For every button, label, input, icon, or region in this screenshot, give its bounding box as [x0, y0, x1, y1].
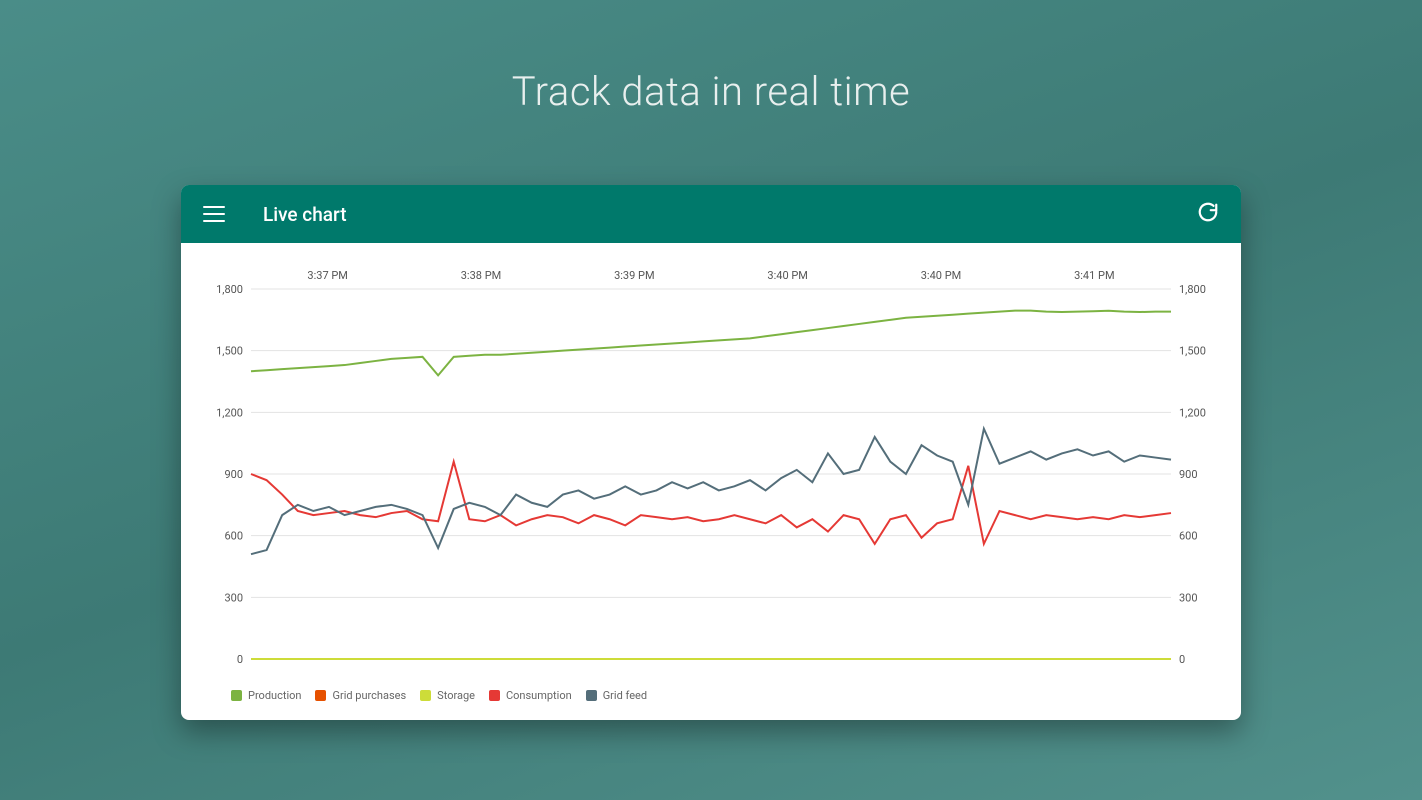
- legend-label: Consumption: [506, 689, 572, 702]
- legend-item[interactable]: Storage: [420, 689, 475, 702]
- x-tick: 3:41 PM: [1074, 269, 1114, 282]
- series-production: [251, 311, 1171, 376]
- y-tick-left: 1,200: [216, 406, 243, 419]
- y-tick-right: 1,200: [1179, 406, 1206, 419]
- refresh-icon[interactable]: [1197, 201, 1219, 227]
- legend-item[interactable]: Grid feed: [586, 689, 647, 702]
- legend-swatch: [231, 690, 242, 701]
- x-tick: 3:40 PM: [921, 269, 961, 282]
- y-tick-right: 1,500: [1179, 345, 1206, 358]
- y-tick-left: 0: [237, 653, 243, 666]
- headline: Track data in real time: [0, 0, 1422, 115]
- y-tick-right: 0: [1179, 653, 1185, 666]
- y-tick-left: 1,800: [216, 283, 243, 296]
- legend-swatch: [489, 690, 500, 701]
- y-tick-left: 1,500: [216, 345, 243, 358]
- legend-swatch: [586, 690, 597, 701]
- legend-label: Production: [248, 689, 301, 702]
- line-chart[interactable]: 0 0 300 300 600 600 900 900 1,200 1,200 1,500 1,500…: [203, 259, 1219, 679]
- legend-item[interactable]: Consumption: [489, 689, 572, 702]
- legend-label: Storage: [437, 689, 475, 702]
- x-tick: 3:37 PM: [307, 269, 347, 282]
- y-tick-left: 900: [224, 468, 243, 481]
- x-tick: 3:40 PM: [767, 269, 807, 282]
- legend-item[interactable]: Production: [231, 689, 301, 702]
- live-chart-card: Live chart 0 0 300 300 600 600 900 900 1,200 1,20…: [181, 185, 1241, 720]
- y-tick-left: 600: [224, 530, 243, 543]
- y-tick-left: 300: [224, 591, 243, 604]
- menu-icon[interactable]: [203, 206, 225, 222]
- app-bar: Live chart: [181, 185, 1241, 243]
- x-tick: 3:39 PM: [614, 269, 654, 282]
- legend-label: Grid feed: [603, 689, 647, 702]
- appbar-title: Live chart: [263, 203, 347, 226]
- y-tick-right: 1,800: [1179, 283, 1206, 296]
- chart-container: 0 0 300 300 600 600 900 900 1,200 1,200 1,500 1,500…: [181, 243, 1241, 720]
- y-tick-right: 600: [1179, 530, 1198, 543]
- y-tick-right: 900: [1179, 468, 1198, 481]
- legend-swatch: [315, 690, 326, 701]
- legend: Production Grid purchases Storage Consumpti…: [203, 689, 1219, 702]
- x-tick: 3:38 PM: [461, 269, 501, 282]
- legend-swatch: [420, 690, 431, 701]
- legend-item[interactable]: Grid purchases: [315, 689, 406, 702]
- legend-label: Grid purchases: [332, 689, 406, 702]
- y-tick-right: 300: [1179, 591, 1198, 604]
